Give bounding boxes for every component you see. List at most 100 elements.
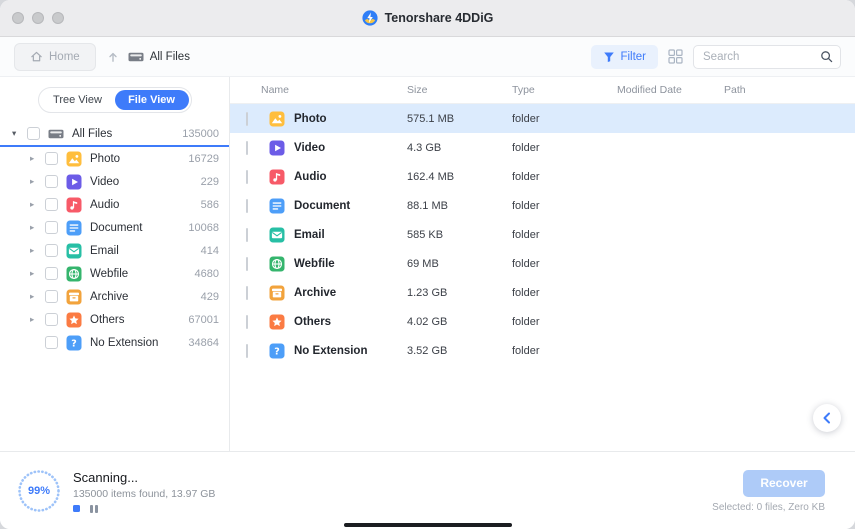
photo-icon [66, 151, 82, 167]
table-row-video[interactable]: Video4.3 GBfolder [230, 133, 855, 162]
table-row-archive[interactable]: Archive1.23 GBfolder [230, 278, 855, 307]
file-name: Email [294, 229, 325, 241]
sidebar-item-audio[interactable]: ▸Audio586 [0, 193, 229, 216]
table-row-photo[interactable]: Photo575.1 MBfolder [230, 104, 855, 133]
column-header-type[interactable]: Type [512, 84, 617, 96]
email-icon [269, 227, 285, 243]
sidebar-item-no-extension[interactable]: ?No Extension34864 [0, 331, 229, 354]
checkbox[interactable] [45, 152, 58, 165]
checkbox[interactable] [246, 257, 248, 271]
checkbox[interactable] [45, 313, 58, 326]
sidebar-item-document[interactable]: ▸Document10068 [0, 216, 229, 239]
file-name: Others [294, 316, 331, 328]
home-indicator-bar [344, 523, 512, 527]
column-header-size[interactable]: Size [407, 84, 512, 96]
item-count: 16729 [188, 153, 219, 165]
checkbox[interactable] [246, 286, 248, 300]
item-count: 34864 [188, 337, 219, 349]
column-header-path[interactable]: Path [724, 84, 845, 96]
file-size: 162.4 MB [407, 171, 512, 183]
item-count: 10068 [188, 222, 219, 234]
pause-scan-button[interactable] [90, 505, 98, 513]
checkbox[interactable] [27, 127, 40, 140]
item-count: 229 [201, 176, 219, 188]
sidebar-item-photo[interactable]: ▸Photo16729 [0, 147, 229, 170]
status-bar: 99% Scanning... 135000 items found, 13.9… [0, 451, 855, 529]
file-type: folder [512, 287, 617, 299]
table-row-no-extension[interactable]: ?No Extension3.52 GBfolder [230, 336, 855, 365]
layout-toggle-button[interactable] [668, 49, 683, 64]
sidebar-tree: ▾All Files135000▸Photo16729▸Video229▸Aud… [0, 122, 229, 354]
checkbox[interactable] [45, 198, 58, 211]
chevron-right-icon[interactable]: ▸ [30, 245, 43, 256]
table-row-others[interactable]: Others4.02 GBfolder [230, 307, 855, 336]
checkbox[interactable] [246, 228, 248, 242]
archive-icon [66, 289, 82, 305]
email-icon [66, 243, 82, 259]
recover-button[interactable]: Recover [743, 470, 825, 497]
checkbox[interactable] [246, 141, 248, 155]
chevron-right-icon[interactable]: ▸ [30, 153, 43, 164]
chevron-down-icon[interactable]: ▾ [12, 128, 25, 139]
search-input[interactable] [701, 50, 820, 64]
tab-tree-view[interactable]: Tree View [41, 90, 115, 110]
file-name: No Extension [294, 345, 367, 357]
checkbox[interactable] [45, 267, 58, 280]
checkbox[interactable] [45, 244, 58, 257]
chevron-right-icon[interactable]: ▸ [30, 176, 43, 187]
filter-button[interactable]: Filter [591, 45, 658, 69]
collapse-panel-button[interactable] [813, 404, 841, 432]
chevron-right-icon[interactable]: ▸ [30, 314, 43, 325]
checkbox[interactable] [45, 175, 58, 188]
table-header: NameSizeTypeModified DatePath [230, 77, 855, 104]
checkbox[interactable] [246, 199, 248, 213]
chevron-right-icon[interactable]: ▸ [30, 291, 43, 302]
checkbox[interactable] [45, 221, 58, 234]
column-header-modified-date[interactable]: Modified Date [617, 84, 724, 96]
sidebar-item-video[interactable]: ▸Video229 [0, 170, 229, 193]
chevron-right-icon[interactable]: ▸ [30, 199, 43, 210]
search-box[interactable] [693, 45, 841, 69]
search-icon[interactable] [820, 50, 833, 63]
chevron-right-icon[interactable]: ▸ [30, 268, 43, 279]
chevron-right-icon[interactable]: ▸ [30, 222, 43, 233]
table-row-email[interactable]: Email585 KBfolder [230, 220, 855, 249]
column-header-name[interactable]: Name [261, 84, 407, 96]
checkbox[interactable] [246, 315, 248, 329]
file-type: folder [512, 142, 617, 154]
checkbox[interactable] [246, 170, 248, 184]
svg-text:?: ? [274, 346, 280, 357]
sidebar-item-email[interactable]: ▸Email414 [0, 239, 229, 262]
checkbox[interactable] [45, 336, 58, 349]
file-size: 575.1 MB [407, 113, 512, 125]
home-button[interactable]: Home [14, 43, 96, 71]
checkbox[interactable] [246, 344, 248, 358]
video-icon [66, 174, 82, 190]
navigate-up-button[interactable] [106, 50, 120, 64]
scan-status: Scanning... 135000 items found, 13.97 GB [73, 470, 215, 513]
drive-icon [128, 49, 144, 65]
app-logo-icon [362, 10, 378, 26]
sidebar-item-all-files[interactable]: ▾All Files135000 [0, 122, 229, 147]
file-size: 69 MB [407, 258, 512, 270]
sidebar: Tree ViewFile View ▾All Files135000▸Phot… [0, 77, 230, 451]
sidebar-item-archive[interactable]: ▸Archive429 [0, 285, 229, 308]
close-window-button[interactable] [12, 12, 24, 24]
table-row-document[interactable]: Document88.1 MBfolder [230, 191, 855, 220]
content-area: Tree ViewFile View ▾All Files135000▸Phot… [0, 77, 855, 451]
sidebar-item-others[interactable]: ▸Others67001 [0, 308, 229, 331]
tab-file-view[interactable]: File View [115, 90, 189, 110]
breadcrumb[interactable]: All Files [128, 49, 190, 65]
table-row-webfile[interactable]: Webfile69 MBfolder [230, 249, 855, 278]
recover-group: Recover Selected: 0 files, Zero KB [712, 470, 825, 513]
zoom-window-button[interactable] [52, 12, 64, 24]
table-row-audio[interactable]: Audio162.4 MBfolder [230, 162, 855, 191]
sidebar-item-webfile[interactable]: ▸Webfile4680 [0, 262, 229, 285]
scan-percent: 99% [16, 468, 62, 514]
checkbox[interactable] [45, 290, 58, 303]
checkbox[interactable] [246, 112, 248, 126]
others-icon [66, 312, 82, 328]
minimize-window-button[interactable] [32, 12, 44, 24]
stop-scan-button[interactable] [73, 505, 80, 512]
file-table: NameSizeTypeModified DatePath Photo575.1… [230, 77, 855, 451]
